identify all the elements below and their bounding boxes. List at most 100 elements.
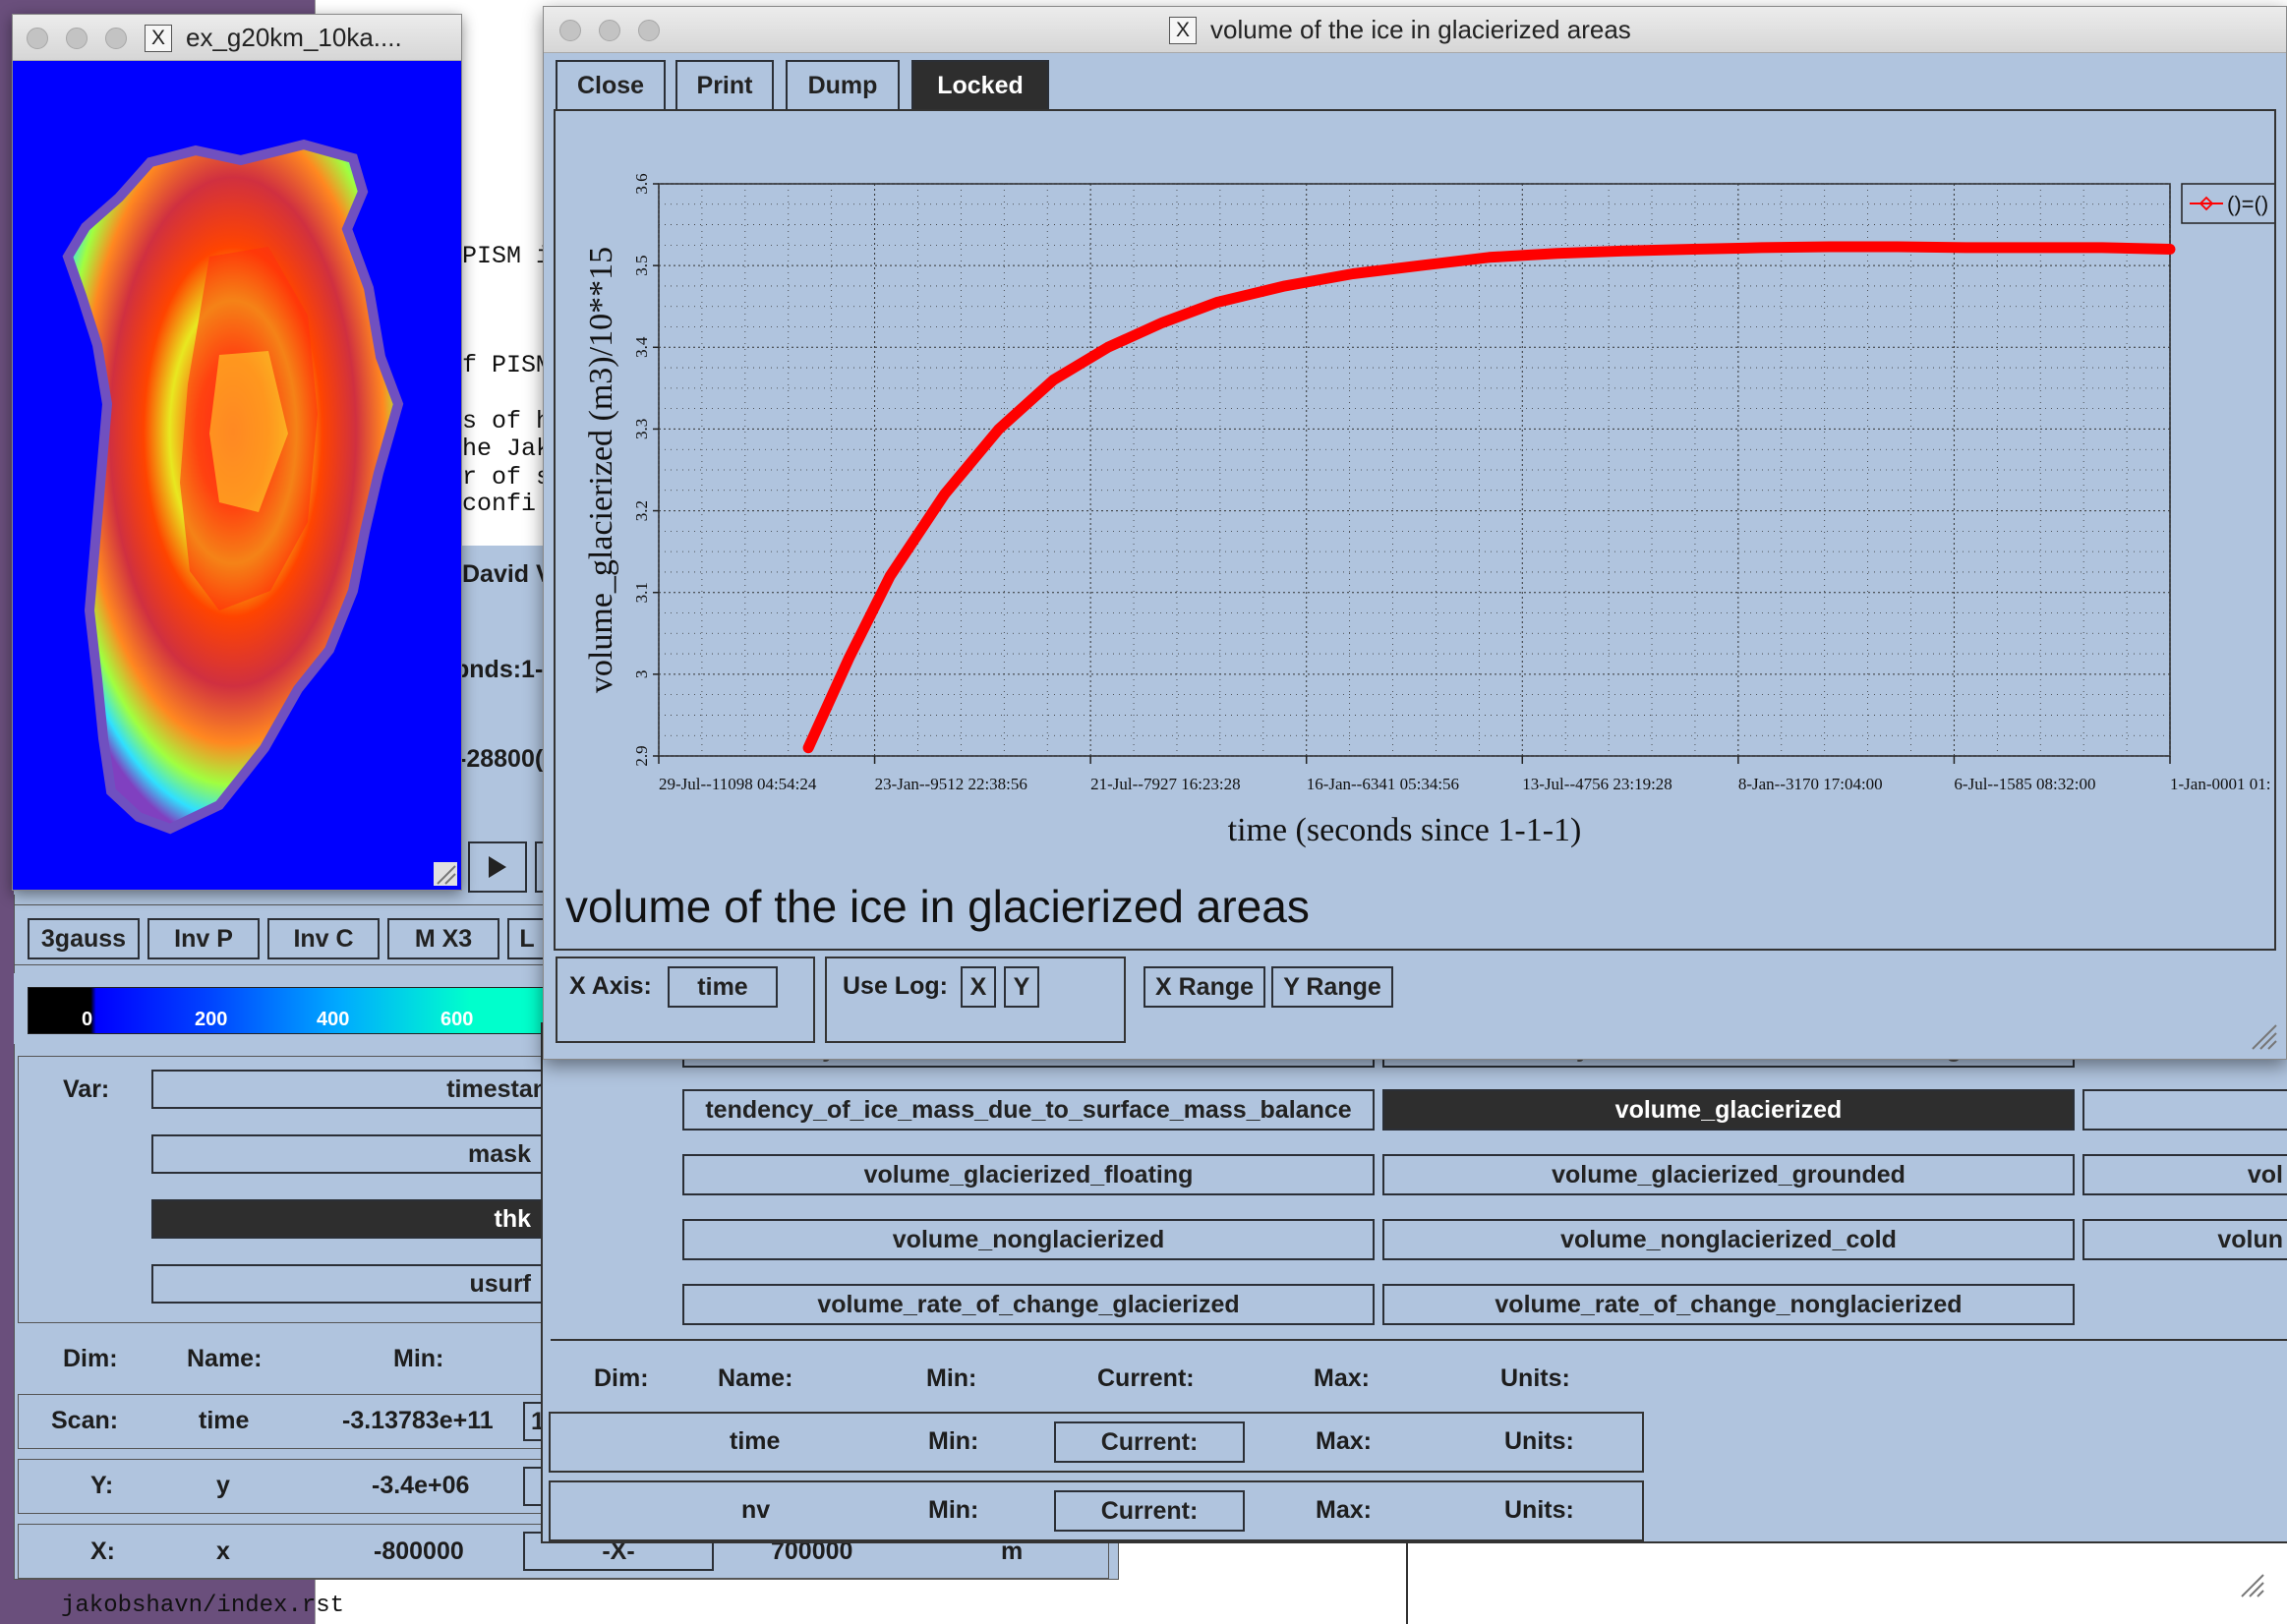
ts-dim-row-min: Min: <box>928 1427 979 1455</box>
data-point <box>1050 377 1056 383</box>
ts-dim-divider <box>551 1339 2287 1341</box>
ts-var-button[interactable]: volun <box>2082 1219 2287 1260</box>
var-thk-button[interactable]: thk <box>151 1199 564 1239</box>
colorbar-tick: 0 <box>82 1009 93 1030</box>
print-button[interactable]: Print <box>675 60 774 111</box>
x-tick-label: 21-Jul--7927 16:23:28 <box>1090 775 1241 793</box>
colormap-linear-button[interactable]: L <box>507 918 547 959</box>
bg-text-line: r of s <box>462 463 552 492</box>
ts-max-header: Max: <box>1314 1364 1370 1392</box>
dim-row-min: -3.13783e+11 <box>342 1407 494 1434</box>
volume-line-chart[interactable]: 2.9 3 3.1 3.2 3.3 3.4 3.5 3.6 29-Jul--11098 04:5… <box>556 111 2274 848</box>
plot-window: X volume of the ice in glacierized areas… <box>543 6 2287 1060</box>
bg-text-line: f PISM <box>462 351 552 379</box>
y-tick-label: 3.1 <box>632 582 651 603</box>
data-point <box>2031 245 2037 251</box>
plot-window-title: volume of the ice in glacierized areas <box>1210 15 1631 44</box>
ts-nv-current-button[interactable]: Current: <box>1054 1490 1245 1532</box>
x-axis-select-button[interactable]: time <box>668 966 778 1008</box>
ts-var-button-selected[interactable]: volume_glacierized <box>1382 1089 2075 1131</box>
log-y-toggle[interactable]: Y <box>1004 966 1039 1008</box>
data-point <box>1214 300 1220 306</box>
dim-row-label: Y: <box>90 1472 114 1499</box>
data-point <box>1350 270 1356 276</box>
colormap-invp-button[interactable]: Inv P <box>147 918 260 959</box>
play-forward-button[interactable] <box>468 841 527 893</box>
colorbar-tick: 400 <box>317 1009 350 1030</box>
ts-dim-row-max: Max: <box>1316 1496 1372 1524</box>
ts-dim-row-max: Max: <box>1316 1427 1372 1455</box>
data-point <box>1554 251 1560 257</box>
data-point <box>1159 319 1165 325</box>
ts-var-button[interactable]: volume_rate_of_change_glacierized <box>682 1284 1375 1325</box>
ts-units-header: Units: <box>1500 1364 1570 1392</box>
log-x-toggle[interactable]: X <box>961 966 996 1008</box>
var-timestamp-button[interactable]: timestam <box>151 1070 564 1109</box>
colorbar-tick: 200 <box>195 1009 228 1030</box>
colormap-invc-button[interactable]: Inv C <box>267 918 380 959</box>
bnds-label: bnds:1- <box>454 656 544 683</box>
x-tick-label: 13-Jul--4756 23:19:28 <box>1522 775 1672 793</box>
dim-row-label: Scan: <box>51 1407 119 1434</box>
ts-dim-row-units: Units: <box>1504 1427 1574 1455</box>
plot-title: volume of the ice in glacierized areas <box>565 881 1310 932</box>
var-label: Var: <box>63 1075 110 1103</box>
dim-header: Dim: <box>63 1345 118 1372</box>
minimize-dot-icon[interactable] <box>599 20 620 41</box>
y-tick-label: 3.6 <box>632 173 651 194</box>
ts-var-button[interactable] <box>2082 1089 2287 1131</box>
ts-var-button[interactable]: volume_rate_of_change_nonglacierized <box>1382 1284 2075 1325</box>
ts-current-header: Current: <box>1097 1364 1195 1392</box>
data-point <box>996 426 1002 432</box>
close-button[interactable]: Close <box>556 60 666 111</box>
x-tick-label: 8-Jan--3170 17:04:00 <box>1738 775 1883 793</box>
dim-row-label: X: <box>90 1537 115 1565</box>
x-axis-title: time (seconds since 1-1-1) <box>1228 812 1582 848</box>
greenland-thickness-map[interactable] <box>13 60 461 890</box>
ts-var-button[interactable]: tendency_of_ice_mass_due_to_surface_mass… <box>682 1089 1375 1131</box>
plot-window-titlebar: X volume of the ice in glacierized areas <box>544 7 2286 53</box>
var-usurf-button[interactable]: usurf <box>151 1264 564 1304</box>
y-tick-label: 3.4 <box>632 336 651 358</box>
data-point <box>1487 255 1493 261</box>
maximize-dot-icon[interactable] <box>638 20 660 41</box>
colormap-mx3-button[interactable]: M X3 <box>387 918 499 959</box>
data-point <box>2099 245 2105 251</box>
ts-dim-row-min: Min: <box>928 1496 979 1524</box>
y-tick-label: 3.3 <box>632 419 651 439</box>
bg-text-line: he Jak <box>462 435 552 463</box>
x11-icon: X <box>1169 17 1197 44</box>
data-point <box>1105 344 1111 350</box>
maximize-dot-icon[interactable] <box>105 28 127 49</box>
close-dot-icon[interactable] <box>559 20 581 41</box>
ts-time-current-button[interactable]: Current: <box>1054 1421 1245 1463</box>
x-range-button[interactable]: X Range <box>1144 966 1265 1008</box>
colormap-3gauss-button[interactable]: 3gauss <box>28 918 140 959</box>
data-point <box>2167 247 2173 253</box>
map-resize-grip-icon[interactable] <box>434 862 457 886</box>
ts-name-header: Name: <box>718 1364 793 1392</box>
ts-var-button[interactable]: volume_glacierized_grounded <box>1382 1154 2075 1195</box>
var-button-label: thk <box>494 1204 532 1233</box>
ts-var-button[interactable]: volume_nonglacierized_cold <box>1382 1219 2075 1260</box>
x-tick-label: 16-Jan--6341 05:34:56 <box>1307 775 1459 793</box>
resize-grip-icon[interactable] <box>2238 1571 2265 1598</box>
ts-var-button[interactable]: vol <box>2082 1154 2287 1195</box>
y-range-button[interactable]: Y Range <box>1271 966 1393 1008</box>
locked-button[interactable]: Locked <box>911 60 1049 111</box>
var-button-label: timestam <box>446 1074 555 1103</box>
ts-var-button[interactable]: volume_glacierized_floating <box>682 1154 1375 1195</box>
map-window-title: ex_g20km_10ka.... <box>186 23 402 52</box>
y-tick-label: 3 <box>632 670 651 679</box>
data-point <box>1895 244 1901 250</box>
data-point <box>1622 248 1628 254</box>
close-dot-icon[interactable] <box>27 28 48 49</box>
x-tick-label: 6-Jul--1585 08:32:00 <box>1954 775 2095 793</box>
var-button-label: usurf <box>469 1269 532 1298</box>
minimize-dot-icon[interactable] <box>66 28 88 49</box>
dump-button[interactable]: Dump <box>786 60 900 111</box>
plot-resize-grip-icon[interactable] <box>2249 1021 2278 1051</box>
ts-var-button[interactable]: volume_nonglacierized <box>682 1219 1375 1260</box>
var-mask-button[interactable]: mask <box>151 1134 564 1174</box>
map-window-titlebar: X ex_g20km_10ka.... <box>13 15 461 61</box>
